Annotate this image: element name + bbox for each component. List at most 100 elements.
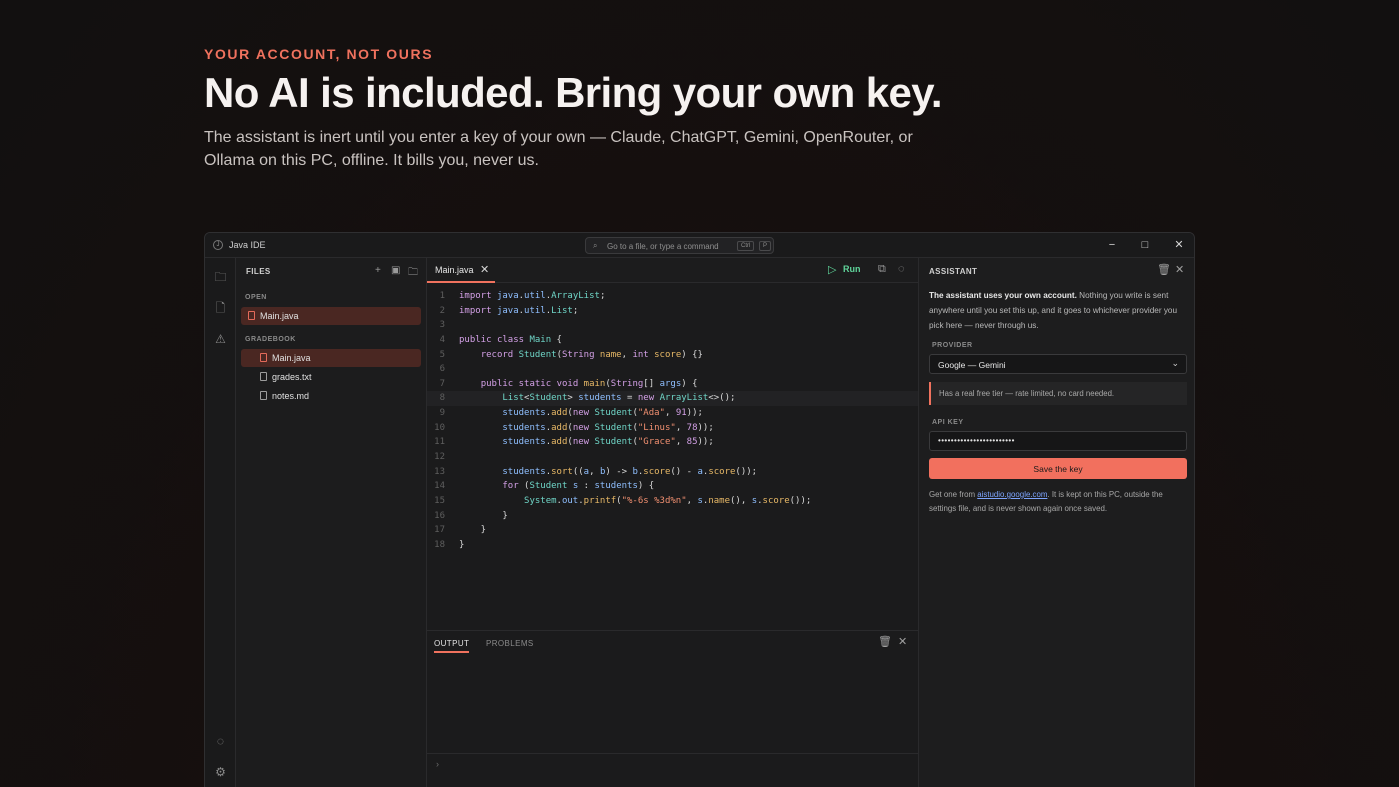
assistant-panel: ASSISTANT 🗑 ✕ The assistant uses your ow… (918, 258, 1194, 787)
eyebrow: YOUR ACCOUNT, NOT OURS (204, 46, 434, 62)
line-content: import java.util.List; (459, 305, 579, 316)
warning-icon[interactable]: ⚠ (213, 332, 228, 347)
file-label: notes.md (272, 391, 310, 401)
trash-icon[interactable]: 🗑 (878, 635, 892, 648)
help-text: Get one from aistudio.google.com. It is … (929, 488, 1191, 516)
output-input[interactable]: › (427, 753, 918, 773)
output-panel: OUTPUT PROBLEMS 🗑 ✕ › (427, 630, 918, 787)
run-button[interactable]: Run (843, 264, 861, 274)
close-icon[interactable]: ✕ (898, 635, 907, 648)
tab-output[interactable]: OUTPUT (434, 639, 470, 653)
app-logo-icon: J (213, 240, 223, 250)
tab-label: Main.java (435, 265, 474, 275)
code-line[interactable]: 18} (427, 538, 918, 553)
api-key-label: API KEY (932, 419, 964, 426)
code-line[interactable]: 17 } (427, 523, 918, 538)
provider-label: PROVIDER (932, 342, 973, 349)
line-content: public static void main(String[] args) { (480, 378, 698, 389)
file-label: grades.txt (272, 372, 312, 382)
new-folder-icon[interactable]: 🗀 (408, 265, 418, 282)
chat-icon[interactable]: ◌ (898, 263, 905, 275)
aistudio-link[interactable]: aistudio.google.com (977, 490, 1047, 499)
code-line[interactable]: 14 for (Student s : students) { (427, 479, 918, 494)
close-window-button[interactable]: ✕ (1172, 238, 1186, 252)
help-prefix: Get one from (929, 490, 978, 499)
code-line[interactable]: 6 (427, 362, 918, 377)
new-file-icon[interactable]: + (375, 265, 381, 276)
code-line[interactable]: 10 students.add(new Student("Linus", 78)… (427, 421, 918, 436)
open-section-label: OPEN (245, 294, 267, 301)
code-line[interactable]: 8 List<Student> students = new ArrayList… (427, 391, 918, 407)
code-line[interactable]: 2 import java.util.List; (427, 304, 918, 319)
search-icon: ⌕ (593, 241, 598, 250)
minimize-button[interactable]: − (1105, 238, 1119, 252)
project-file-main-java[interactable]: Main.java (241, 349, 421, 367)
files-header: FILES (246, 267, 271, 276)
hero: YOUR ACCOUNT, NOT OURS No AI is included… (204, 46, 964, 172)
line-number: 16 (434, 510, 445, 521)
line-number: 5 (439, 349, 445, 360)
java-file-icon (260, 353, 267, 362)
line-number: 1 (439, 291, 445, 301)
copy-icon[interactable]: ⧉ (878, 263, 886, 276)
line-content: import java.util.ArrayList; (459, 291, 606, 301)
code-line[interactable]: 11 students.add(new Student("Grace", 85)… (427, 435, 918, 450)
code-line[interactable]: 9 students.add(new Student("Ada", 91)); (427, 406, 918, 421)
file-icon[interactable]: 🗋 (213, 301, 228, 316)
activity-bar: 🗀 🗋 ⚠ ◌ ⚙ (205, 258, 236, 787)
code-line[interactable]: 15 System.out.printf("%-6s %3d%n", s.nam… (427, 494, 918, 509)
command-placeholder: Go to a file, or type a command (607, 242, 719, 251)
close-icon[interactable]: ✕ (1175, 263, 1184, 276)
line-number: 10 (434, 422, 445, 433)
project-file-grades-txt[interactable]: grades.txt (241, 368, 421, 386)
file-label: Main.java (272, 353, 311, 363)
java-file-icon (248, 311, 255, 320)
code-line[interactable]: 13 students.sort((a, b) -> b.score() - a… (427, 465, 918, 480)
tab-main-java[interactable]: Main.java ✕ (427, 258, 495, 283)
play-icon[interactable]: ▷ (828, 263, 836, 276)
line-content: for (Student s : students) { (502, 481, 655, 492)
close-tab-icon[interactable]: ✕ (480, 263, 489, 276)
code-area[interactable]: 1 import java.util.ArrayList; 2 import java… (427, 289, 918, 553)
line-content: students.add(new Student("Grace", 85)); (502, 437, 714, 448)
line-content: public class Main { (459, 334, 562, 345)
save-key-button[interactable]: Save the key (929, 458, 1187, 479)
provider-note: Has a real free tier — rate limited, no … (929, 382, 1187, 405)
editor-tabbar: Main.java ✕ ▷ Run ⧉ ◌ (427, 258, 918, 283)
tab-problems[interactable]: PROBLEMS (486, 639, 534, 648)
line-content: record Student(String name, int score) {… (480, 349, 703, 360)
line-content: List<Student> students = new ArrayList<>… (502, 393, 736, 404)
maximize-button[interactable]: □ (1138, 238, 1152, 252)
ide-window: J Java IDE ⌕ Go to a file, or type a com… (204, 232, 1195, 787)
provider-select[interactable]: Google — Gemini ⌄ (929, 354, 1187, 374)
code-line[interactable]: 5 record Student(String name, int score)… (427, 348, 918, 363)
api-key-input[interactable]: •••••••••••••••••••••••• (929, 431, 1187, 451)
code-line[interactable]: 16 } (427, 509, 918, 524)
line-number: 6 (439, 364, 445, 375)
save-icon[interactable]: ▣ (391, 265, 400, 276)
provider-note-text: Has a real free tier — rate limited, no … (939, 389, 1115, 398)
open-file-main-java[interactable]: Main.java (241, 307, 421, 325)
title-bar: J Java IDE ⌕ Go to a file, or type a com… (205, 233, 1194, 258)
chat-icon[interactable]: ◌ (213, 734, 228, 749)
assistant-header: ASSISTANT (929, 267, 978, 276)
gear-icon[interactable]: ⚙ (213, 765, 228, 780)
code-line[interactable]: 7 public static void main(String[] args)… (427, 377, 918, 392)
project-file-notes-md[interactable]: notes.md (241, 387, 421, 405)
code-line[interactable]: 1 import java.util.ArrayList; (427, 289, 918, 304)
line-number: 15 (434, 495, 445, 506)
code-line[interactable]: 4 public class Main { (427, 333, 918, 348)
line-content: students.add(new Student("Ada", 91)); (502, 408, 703, 419)
api-key-value: •••••••••••••••••••••••• (938, 436, 1015, 445)
shortcut-ctrl: Ctrl (737, 241, 755, 251)
headline: No AI is included. Bring your own key. (204, 69, 943, 116)
code-line[interactable]: 12 (427, 450, 918, 465)
line-number: 12 (434, 452, 445, 463)
line-number: 2 (439, 305, 445, 316)
code-line[interactable]: 3 (427, 318, 918, 333)
command-palette-input[interactable]: ⌕ Go to a file, or type a command Ctrl P (585, 237, 774, 254)
folder-icon[interactable]: 🗀 (213, 270, 228, 285)
line-number: 4 (439, 334, 445, 345)
line-content: } (459, 539, 465, 550)
trash-icon[interactable]: 🗑 (1157, 263, 1171, 276)
